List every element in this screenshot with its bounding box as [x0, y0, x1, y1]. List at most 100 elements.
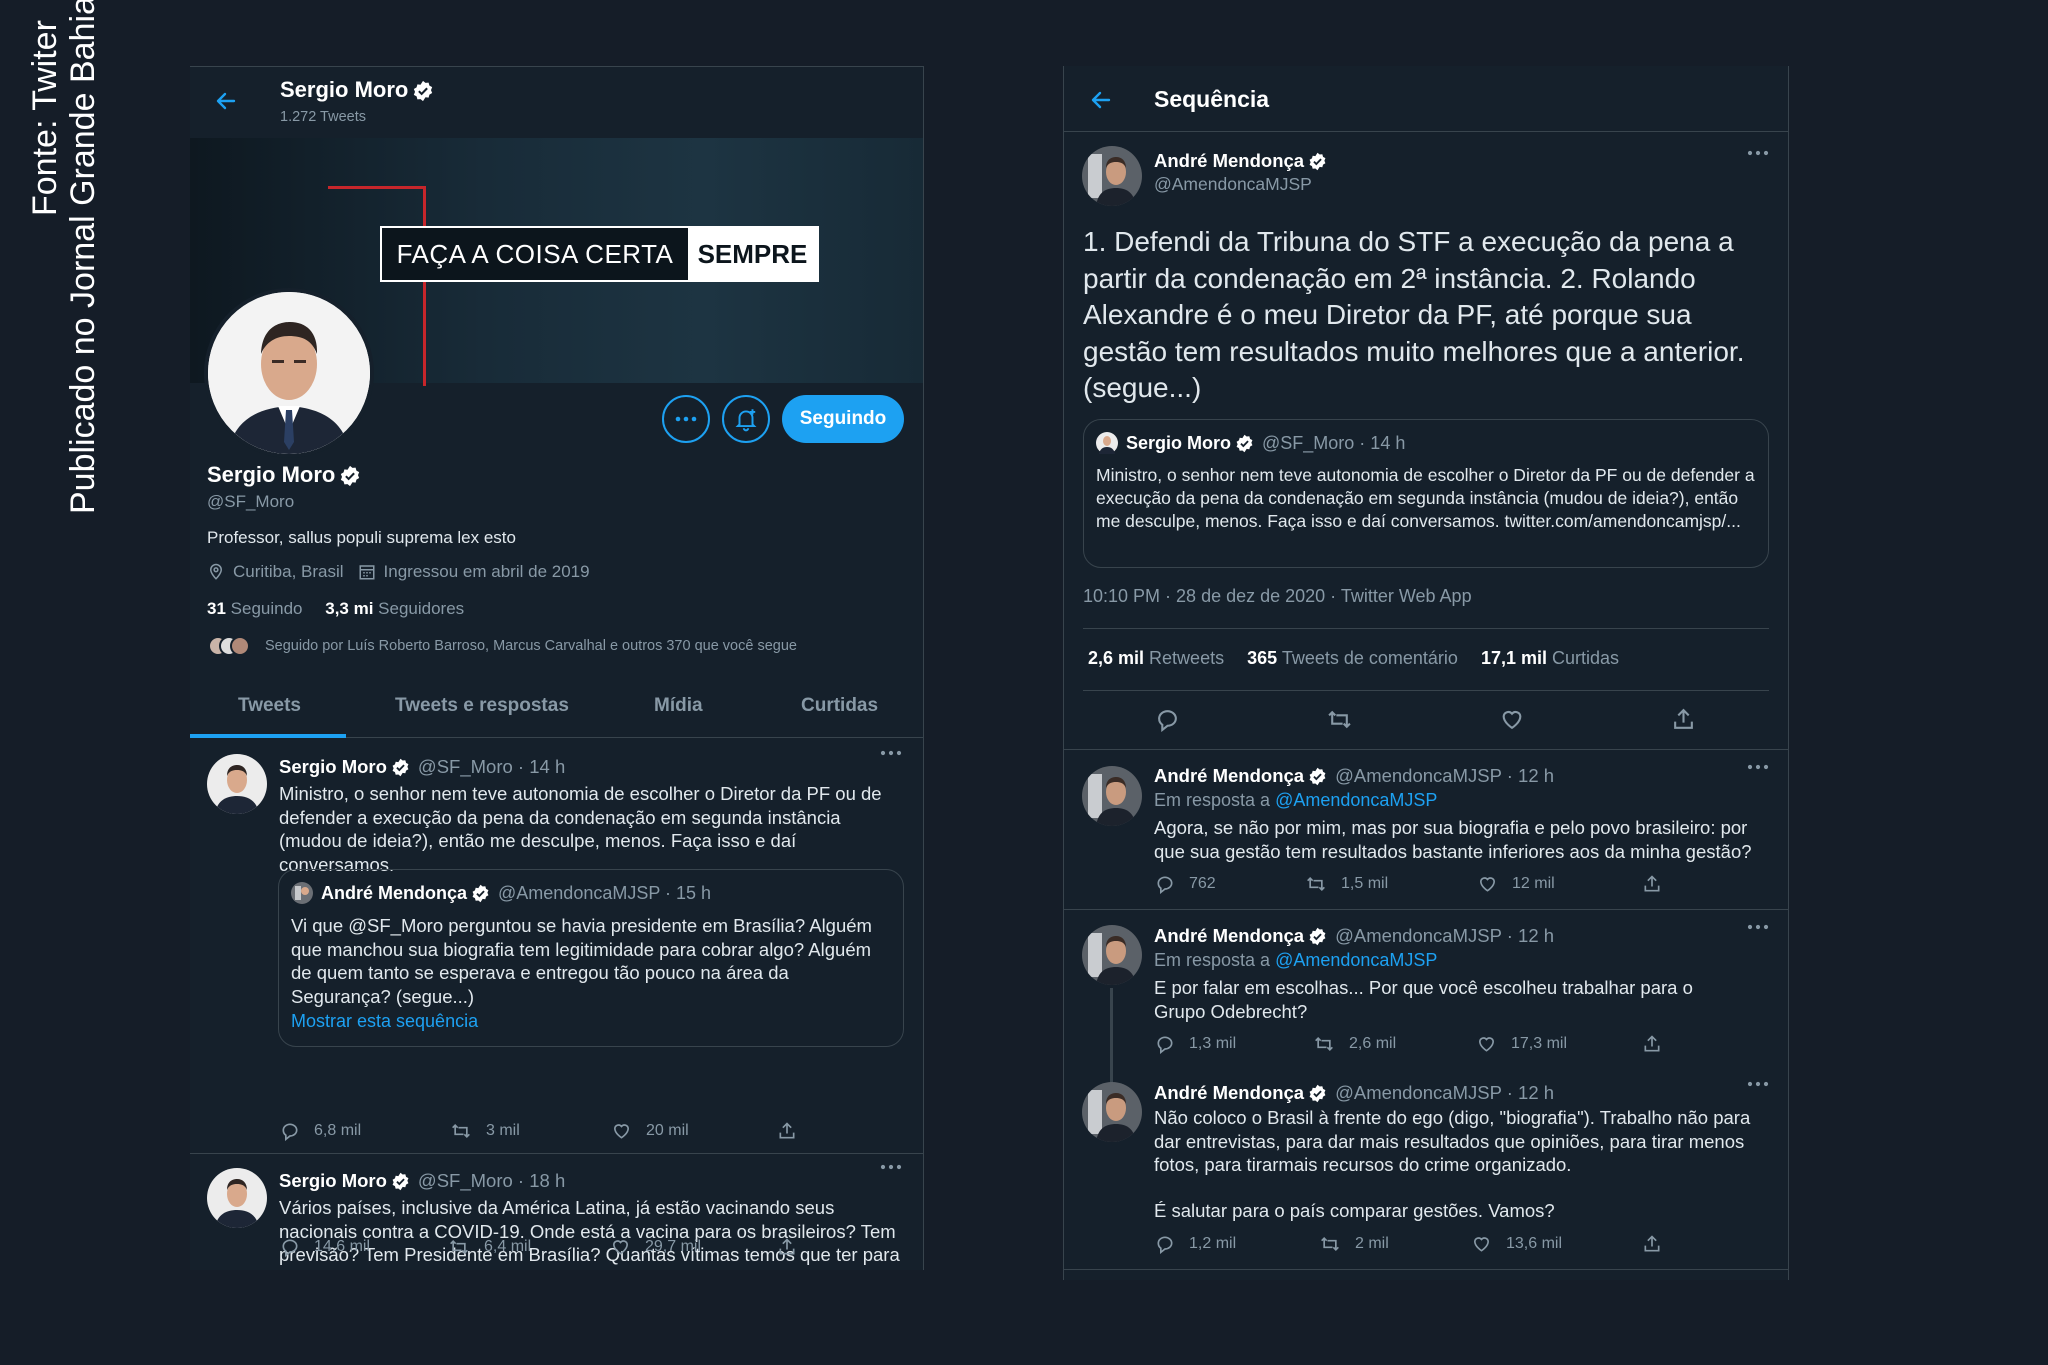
retweet-button[interactable]: 2,6 mil: [1313, 1034, 1396, 1054]
main-tweet-avatar[interactable]: [1082, 146, 1142, 206]
following-button[interactable]: Seguindo: [782, 395, 904, 443]
tweet-meta: @SF_Moro · 18 h: [417, 1170, 566, 1191]
more-options-button[interactable]: [662, 395, 710, 443]
retweets-label[interactable]: Retweets: [1149, 648, 1224, 668]
profile-joined: Ingressou em abril de 2019: [383, 562, 590, 581]
share-button[interactable]: [777, 1237, 811, 1257]
tweet-header: Sergio Moro @SF_Moro · 18 h: [279, 1170, 565, 1192]
followed-by[interactable]: Seguido por Luís Roberto Barroso, Marcus…: [207, 635, 797, 657]
reply-text: E por falar em escolhas... Por que você …: [1154, 977, 1693, 1022]
quoted-tweet[interactable]: Sergio Moro @SF_Moro · 14 h Ministro, o …: [1083, 419, 1769, 568]
main-tweet-author[interactable]: André Mendonça: [1154, 150, 1304, 172]
verified-badge-icon: [471, 884, 490, 903]
tweet-more-button[interactable]: [1747, 1081, 1769, 1087]
calendar-icon: [358, 563, 376, 581]
share-icon[interactable]: [1671, 707, 1696, 732]
share-button[interactable]: [1642, 874, 1676, 894]
thread-divider: [1064, 1269, 1788, 1270]
likes-count[interactable]: 17,1 mil: [1481, 648, 1547, 668]
actions-divider: [1083, 690, 1769, 691]
tab-likes[interactable]: Curtidas: [801, 695, 878, 717]
following-label[interactable]: Seguindo: [231, 599, 303, 618]
comments-label[interactable]: Tweets de comentário: [1282, 648, 1458, 668]
tweet-author[interactable]: Sergio Moro: [279, 1170, 387, 1192]
verified-badge-icon: [1308, 152, 1327, 171]
main-tweet-timestamp[interactable]: 10:10 PM · 28 de dez de 2020 · Twitter W…: [1083, 586, 1472, 607]
show-thread-link[interactable]: Mostrar esta sequência: [291, 1011, 478, 1032]
tweet-author[interactable]: Sergio Moro: [279, 756, 387, 778]
back-arrow-icon[interactable]: [1089, 88, 1113, 112]
following-count[interactable]: 31: [207, 599, 226, 618]
reply-avatar[interactable]: [1082, 925, 1142, 985]
like-count: 13,6 mil: [1506, 1235, 1563, 1252]
quoted-author: Sergio Moro: [1126, 432, 1232, 453]
quoted-tweet[interactable]: André Mendonça @AmendoncaMJSP · 15 h Vi …: [278, 869, 904, 1047]
retweet-icon[interactable]: [1326, 707, 1353, 732]
back-arrow-icon[interactable]: [214, 89, 238, 113]
retweet-icon: [1319, 1234, 1341, 1254]
thread-header: Sequência: [1154, 86, 1270, 112]
tab-media[interactable]: Mídia: [654, 695, 703, 717]
tweet-more-button[interactable]: [880, 1164, 902, 1170]
reply-button[interactable]: 762: [1155, 874, 1216, 894]
reply-icon[interactable]: [1155, 707, 1180, 732]
reply-author[interactable]: André Mendonça: [1154, 1082, 1304, 1104]
followers-count[interactable]: 3,3 mi: [325, 599, 373, 618]
profile-bio: Professor, sallus populi suprema lex est…: [207, 528, 516, 547]
like-button[interactable]: 20 mil: [611, 1121, 689, 1141]
reply-button[interactable]: 14,6 mil: [280, 1237, 370, 1257]
like-count: 29,7 mil: [645, 1238, 702, 1255]
tab-tweets[interactable]: Tweets: [238, 695, 301, 717]
reply-author[interactable]: André Mendonça: [1154, 925, 1304, 947]
reply-button[interactable]: 1,3 mil: [1155, 1034, 1236, 1054]
like-count: 12 mil: [1512, 875, 1555, 892]
tweet-avatar[interactable]: [207, 754, 267, 814]
profile-header-name: Sergio Moro: [280, 77, 409, 102]
more-icon: [1747, 1081, 1769, 1087]
tweet[interactable]: Sergio Moro @SF_Moro · 14 h Ministro, o …: [190, 738, 923, 1152]
like-button[interactable]: 13,6 mil: [1471, 1234, 1562, 1254]
reply-avatar[interactable]: [1082, 1082, 1142, 1142]
reply-button[interactable]: 6,8 mil: [280, 1121, 361, 1141]
profile-avatar[interactable]: [204, 288, 374, 458]
like-button[interactable]: 29,7 mil: [610, 1237, 701, 1257]
share-button[interactable]: [1642, 1234, 1676, 1254]
tweet-more-button[interactable]: [1747, 924, 1769, 930]
tab-tweets-replies[interactable]: Tweets e respostas: [395, 695, 569, 717]
likes-label[interactable]: Curtidas: [1552, 648, 1619, 668]
thread-divider: [1064, 909, 1788, 910]
reply-count: 762: [1189, 875, 1216, 892]
more-icon: [1747, 764, 1769, 770]
share-icon: [1642, 1234, 1662, 1254]
reply-avatar[interactable]: [1082, 766, 1142, 826]
retweet-button[interactable]: 2 mil: [1319, 1234, 1389, 1254]
reply-to-link[interactable]: @AmendoncaMJSP: [1275, 790, 1437, 810]
retweet-button[interactable]: 1,5 mil: [1305, 874, 1388, 894]
share-button[interactable]: [777, 1121, 811, 1141]
reply-header: André Mendonça @AmendoncaMJSP · 12 h: [1154, 925, 1554, 947]
retweet-count: 2 mil: [1355, 1235, 1389, 1252]
tweet-avatar[interactable]: [207, 1168, 267, 1228]
reply-to-link[interactable]: @AmendoncaMJSP: [1275, 950, 1437, 970]
reply-count: 14,6 mil: [314, 1238, 371, 1255]
reply-author[interactable]: André Mendonça: [1154, 765, 1304, 787]
retweet-button[interactable]: 3 mil: [450, 1121, 520, 1141]
retweet-icon: [448, 1237, 470, 1257]
retweets-count[interactable]: 2,6 mil: [1088, 648, 1144, 668]
comments-count[interactable]: 365: [1247, 648, 1277, 668]
tweet-more-button[interactable]: [880, 750, 902, 756]
tweet-more-button[interactable]: [1747, 764, 1769, 770]
notifications-button[interactable]: [722, 395, 770, 443]
like-button[interactable]: 17,3 mil: [1476, 1034, 1567, 1054]
followers-label[interactable]: Seguidores: [378, 599, 464, 618]
like-icon[interactable]: [1499, 707, 1525, 732]
tweet-more-button[interactable]: [1747, 150, 1769, 156]
retweet-button[interactable]: 6,4 mil: [448, 1237, 531, 1257]
reply-count: 6,8 mil: [314, 1122, 362, 1139]
share-button[interactable]: [1642, 1034, 1676, 1054]
reply-button[interactable]: 1,2 mil: [1155, 1234, 1236, 1254]
reply-icon: [280, 1121, 300, 1141]
like-button[interactable]: 12 mil: [1477, 874, 1555, 894]
header-divider: [1064, 131, 1788, 132]
retweet-count: 6,4 mil: [484, 1238, 532, 1255]
